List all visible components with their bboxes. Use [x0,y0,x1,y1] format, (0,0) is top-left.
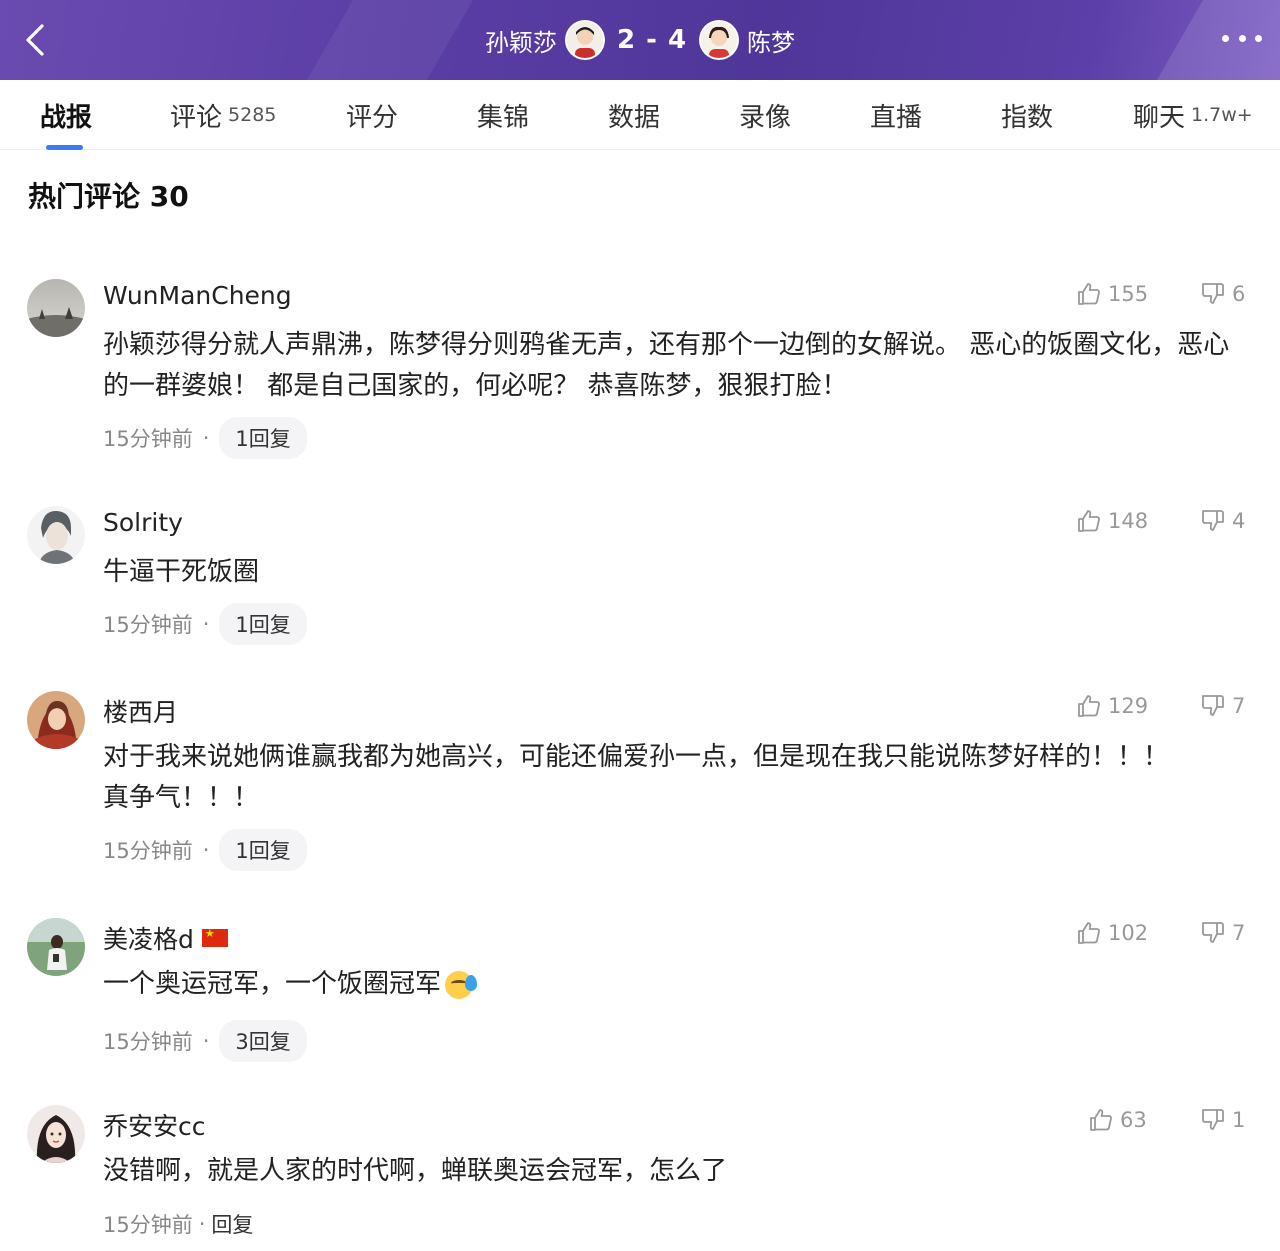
comment-meta: 15分钟前 · 回复 [103,1209,253,1239]
like-button[interactable]: 148 [1076,508,1148,534]
reply-button[interactable]: 1回复 [219,417,307,459]
avatar[interactable] [27,279,85,337]
avatar[interactable] [27,691,85,749]
tab-index[interactable]: 指数 [1001,80,1053,150]
hot-comments-title: 热门评论 30 [28,180,189,213]
tab-live[interactable]: 直播 [870,80,922,150]
player2-name: 陈梦 [747,28,796,57]
reply-button[interactable]: 3回复 [219,1020,307,1062]
comment-text: 一个奥运冠军，一个饭圈冠军 [103,964,1243,1005]
dislike-button[interactable]: 4 [1200,508,1245,534]
tab-replay[interactable]: 录像 [739,80,791,150]
like-button[interactable]: 102 [1076,920,1148,946]
dislike-button[interactable]: 7 [1200,693,1245,719]
dislike-button[interactable]: 7 [1200,920,1245,946]
username[interactable]: Solrity [103,508,183,537]
tab-highlights[interactable]: 集锦 [477,80,529,150]
comment-time: 15分钟前 [103,613,193,637]
reply-button[interactable]: 回复 [211,1209,253,1239]
player2-avatar [699,20,740,60]
comment-meta: 15分钟前 · 1回复 [103,417,307,459]
like-button[interactable]: 63 [1088,1107,1147,1133]
avatar[interactable] [27,1105,85,1163]
tab-bar: 战报 评论 5285 评分 集锦 数据 录像 直播 指数 聊天 1.7w+ [0,80,1280,150]
thumbs-up-icon [1090,1109,1112,1131]
thumbs-up-icon [1078,510,1100,532]
tab-rating[interactable]: 评分 [346,80,398,150]
thumbs-up-icon [1078,695,1100,717]
username[interactable]: 乔安安cc [103,1107,206,1143]
thumbs-down-icon [1202,922,1224,943]
like-button[interactable]: 129 [1076,693,1148,719]
reply-button[interactable]: 1回复 [219,603,307,645]
player1-name: 孙颖莎 [484,28,557,57]
avatar[interactable] [27,918,85,976]
comment-time: 15分钟前 [103,1213,193,1237]
thumbs-down-icon [1202,510,1224,531]
username[interactable]: 美凌格d [103,920,228,956]
tab-chat[interactable]: 聊天 1.7w+ [1133,80,1253,150]
thumbs-up-icon [1078,283,1100,305]
sweat-smile-emoji-icon [445,970,478,999]
thumbs-down-icon [1202,695,1224,716]
player1-avatar [564,20,605,60]
comment-meta: 15分钟前 · 1回复 [103,829,307,871]
comment-text: 牛逼干死饭圈 [103,557,260,587]
thumbs-down-icon [1202,1109,1224,1130]
china-flag-icon [201,927,228,947]
comment-text: 没错啊，就是人家的时代啊，蝉联奥运会冠军，怎么了 [103,1156,728,1186]
comment-time: 15分钟前 [103,1030,193,1054]
like-button[interactable]: 155 [1076,281,1148,307]
tab-comments[interactable]: 评论 5285 [170,80,276,150]
dislike-button[interactable]: 6 [1200,281,1245,307]
reply-button[interactable]: 1回复 [219,829,307,871]
comment-time: 15分钟前 [103,839,193,863]
dislike-button[interactable]: 1 [1200,1107,1245,1133]
username[interactable]: WunManCheng [103,281,292,310]
comment-meta: 15分钟前 · 1回复 [103,603,307,645]
comment-text: 对于我来说她俩谁赢我都为她高兴，可能还偏爱孙一点，但是现在我只能说陈梦好样的！！… [103,742,1170,813]
comment-time: 15分钟前 [103,427,193,451]
tab-report[interactable]: 战报 [40,80,92,150]
comment-meta: 15分钟前 · 3回复 [103,1020,307,1062]
thumbs-down-icon [1202,283,1224,304]
match-header: 孙颖莎 2 - 4 陈梦 [0,0,1280,80]
active-tab-indicator [46,145,83,150]
score: 2 - 4 [616,25,688,55]
comment-text: 孙颖莎得分就人声鼎沸，陈梦得分则鸦雀无声，还有那个一边倒的女解说。 恶心的饭圈文… [103,330,1230,401]
avatar[interactable] [27,506,85,564]
more-dots-icon[interactable] [1222,28,1262,48]
score-bar: 孙颖莎 2 - 4 陈梦 [0,0,1280,80]
thumbs-up-icon [1078,922,1100,944]
username[interactable]: 楼西月 [103,693,178,729]
tab-stats[interactable]: 数据 [608,80,660,150]
